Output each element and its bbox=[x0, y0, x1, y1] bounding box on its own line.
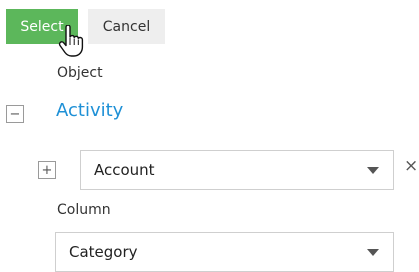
column-select-value: Category bbox=[69, 243, 138, 261]
object-select[interactable]: Account bbox=[80, 150, 394, 190]
chevron-down-icon bbox=[367, 249, 379, 256]
chevron-down-icon bbox=[367, 167, 379, 174]
object-label: Object bbox=[57, 65, 103, 81]
minus-icon: − bbox=[9, 106, 21, 122]
expand-toggle[interactable]: + bbox=[38, 161, 56, 179]
object-select-value: Account bbox=[94, 161, 155, 179]
hand-pointer-icon bbox=[58, 25, 84, 57]
plus-icon: + bbox=[41, 162, 53, 178]
collapse-toggle[interactable]: − bbox=[6, 105, 24, 123]
column-select[interactable]: Category bbox=[55, 232, 394, 272]
group-title-activity[interactable]: Activity bbox=[56, 100, 123, 121]
column-label: Column bbox=[57, 202, 111, 218]
cancel-button[interactable]: Cancel bbox=[88, 9, 165, 44]
close-icon[interactable]: × bbox=[404, 158, 418, 175]
